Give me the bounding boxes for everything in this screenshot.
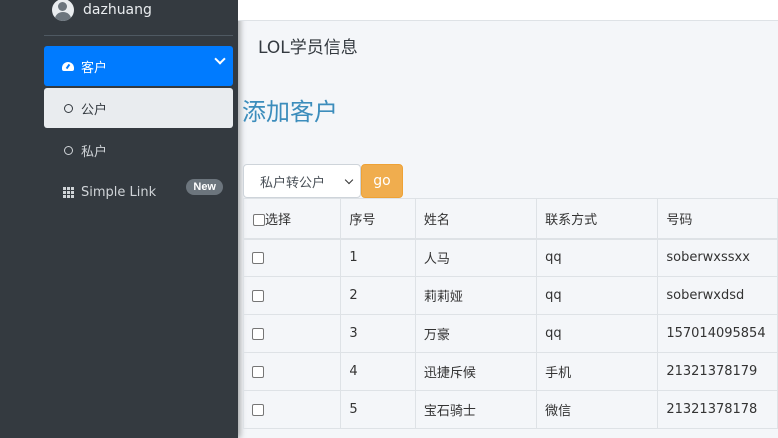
sidebar-item-label: 私户	[81, 144, 108, 160]
new-badge: New	[186, 179, 223, 195]
table-cell: soberwxssxx	[657, 238, 778, 277]
divider	[44, 35, 233, 36]
table-row: 1 人马 qq soberwxssxx	[242, 238, 778, 277]
chevron-down-icon	[344, 175, 354, 185]
row-checkbox[interactable]	[252, 251, 264, 264]
table-cell: 宝石骑士	[414, 390, 538, 429]
row-select-cell	[242, 390, 342, 429]
table-header-row: 选择 序号 姓名 联系方式 号码	[242, 198, 778, 240]
column-header: 号码	[657, 198, 778, 240]
user-panel[interactable]: dazhuang	[52, 0, 152, 28]
row-checkbox[interactable]	[252, 365, 264, 378]
sidebar-item-label: 公户	[81, 102, 108, 118]
table-cell: 5	[340, 390, 416, 429]
page-title: LOL学员信息	[258, 38, 358, 58]
go-button[interactable]: go	[361, 164, 403, 198]
row-select-cell	[242, 352, 342, 391]
column-header: 序号	[340, 198, 416, 240]
column-header: 联系方式	[536, 198, 659, 240]
circle-icon	[61, 143, 75, 157]
sidebar-item-simple-link[interactable]: Simple Link New	[44, 172, 233, 212]
table-row: 5 宝石骑士 微信 21321378178	[242, 390, 778, 429]
add-customer-heading[interactable]: 添加客户	[242, 92, 338, 127]
action-select[interactable]: 私户转公户	[243, 164, 361, 198]
sidebar-item-gonghu[interactable]: 公户	[44, 88, 233, 128]
table-cell: 1	[340, 238, 416, 277]
table-cell: 万豪	[414, 314, 538, 353]
select-all-checkbox[interactable]	[253, 214, 265, 227]
table-cell: 21321378179	[657, 352, 778, 391]
table-row: 3 万豪 qq 157014095854	[242, 314, 778, 353]
table-cell: qq	[536, 314, 659, 353]
table-cell: 手机	[536, 352, 659, 391]
username: dazhuang	[83, 2, 152, 18]
table-cell: 157014095854	[657, 314, 778, 353]
action-select-value: 私户转公户	[260, 175, 326, 191]
sidebar-item-label: Simple Link	[81, 184, 157, 200]
select-all-header: 选择	[242, 198, 342, 240]
table-cell: 迅捷斥候	[414, 352, 538, 391]
sidebar-item-label: 客户	[81, 60, 108, 76]
customer-table: 选择 序号 姓名 联系方式 号码 1 人马 qq soberwxssxx 2 莉…	[242, 198, 778, 429]
row-checkbox[interactable]	[252, 289, 264, 302]
column-header: 选择	[265, 212, 292, 228]
row-checkbox[interactable]	[252, 327, 264, 340]
row-select-cell	[242, 276, 342, 315]
th-grid-icon	[61, 185, 75, 199]
sidebar-item-sihu[interactable]: 私户	[44, 130, 233, 170]
table-row: 4 迅捷斥候 手机 21321378179	[242, 352, 778, 391]
circle-icon	[61, 101, 75, 115]
table-cell: 21321378178	[657, 390, 778, 429]
table-cell: qq	[536, 238, 659, 277]
chevron-down-icon	[214, 53, 226, 65]
column-header: 姓名	[414, 198, 538, 240]
row-select-cell	[242, 238, 342, 277]
table-cell: 莉莉娅	[414, 276, 538, 315]
table-cell: 2	[340, 276, 416, 315]
table-cell: 3	[340, 314, 416, 353]
table-cell: 4	[340, 352, 416, 391]
table-row: 2 莉莉娅 qq soberwxdsd	[242, 276, 778, 315]
table-cell: soberwxdsd	[657, 276, 778, 315]
row-checkbox[interactable]	[252, 403, 264, 416]
table-cell: qq	[536, 276, 659, 315]
sidebar-item-kehu[interactable]: 客户	[44, 46, 233, 86]
table-cell: 微信	[536, 390, 659, 429]
sidebar: dazhuang 客户 公户 私户 Simple Link New	[0, 0, 238, 438]
avatar	[52, 0, 74, 21]
tachometer-icon	[61, 59, 75, 73]
top-navbar	[238, 0, 778, 21]
row-select-cell	[242, 314, 342, 353]
table-cell: 人马	[414, 238, 538, 277]
